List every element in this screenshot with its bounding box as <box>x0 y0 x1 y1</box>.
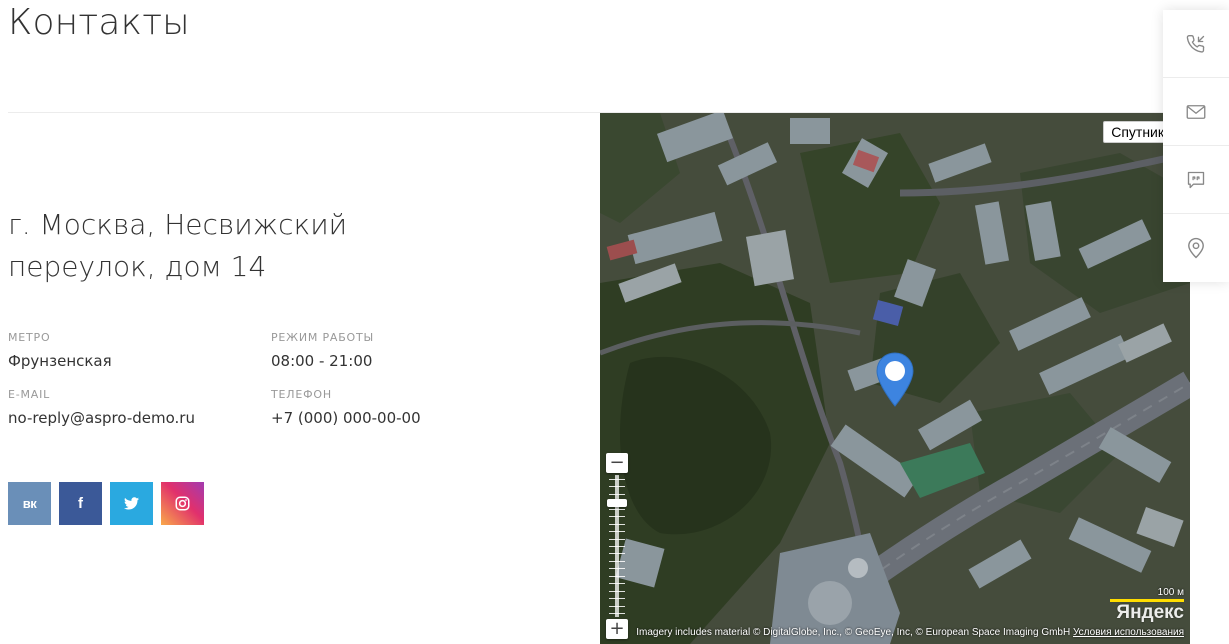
location-pin-icon <box>876 352 914 407</box>
map-copyright: Imagery includes material © DigitalGlobe… <box>600 627 1190 638</box>
phone-incoming-icon <box>1186 34 1205 53</box>
working-hours-info: РЕЖИМ РАБОТЫ 08:00 - 21:00 <box>271 331 374 371</box>
email-info: E-MAIL no-reply@aspro-demo.ru <box>8 388 195 428</box>
quote-bubble-icon <box>1187 171 1205 188</box>
phone-link[interactable]: +7 (000) 000-00-00 <box>271 408 421 428</box>
zoom-tick <box>609 516 625 517</box>
feedback-button[interactable] <box>1163 146 1229 214</box>
yandex-logo[interactable]: Яндекс <box>1116 602 1184 624</box>
zoom-tick <box>609 524 625 525</box>
phone-info: ТЕЛЕФОН +7 (000) 000-00-00 <box>271 388 421 428</box>
callback-button[interactable] <box>1163 10 1229 78</box>
twitter-icon <box>124 497 139 510</box>
zoom-tick <box>609 494 625 495</box>
metro-label: МЕТРО <box>8 331 51 344</box>
zoom-tick <box>609 531 625 532</box>
map-pin-icon <box>1188 237 1204 259</box>
working-hours-label: РЕЖИМ РАБОТЫ <box>271 331 375 344</box>
location-button[interactable] <box>1163 214 1229 282</box>
zoom-tick <box>609 598 625 599</box>
zoom-tick <box>609 553 625 554</box>
zoom-ticks <box>609 475 625 617</box>
email-link[interactable]: no-reply@aspro-demo.ru <box>8 408 195 428</box>
zoom-tick <box>609 546 625 547</box>
address: г. Москва, Несвижский переулок, дом 14 <box>8 208 348 283</box>
yandex-map[interactable]: Спутник − + 100 м Яндекс Imagery include… <box>600 113 1190 644</box>
zoom-tick <box>609 486 625 487</box>
page-title: Контакты <box>8 2 190 43</box>
metro-info: МЕТРО Фрунзенская <box>8 331 112 371</box>
zoom-tick <box>609 583 625 584</box>
phone-label: ТЕЛЕФОН <box>271 388 332 401</box>
email-button[interactable] <box>1163 78 1229 146</box>
vk-icon: вк <box>22 496 37 511</box>
zoom-tick <box>609 539 625 540</box>
envelope-icon <box>1186 104 1206 119</box>
twitter-button[interactable] <box>110 482 153 525</box>
facebook-icon: f <box>78 495 83 512</box>
scale-label: 100 м <box>1157 587 1184 598</box>
map-type-button[interactable]: Спутник <box>1103 121 1172 143</box>
instagram-icon <box>175 496 190 511</box>
metro-value: Фрунзенская <box>8 352 112 370</box>
zoom-tick <box>609 568 625 569</box>
zoom-control: − + <box>606 453 628 639</box>
map-scale: 100 м <box>1110 587 1184 602</box>
contacts-page: Контакты г. Москва, Несвижский переулок,… <box>0 0 1229 644</box>
side-action-panel <box>1163 10 1229 282</box>
facebook-button[interactable]: f <box>59 482 102 525</box>
zoom-tick <box>609 561 625 562</box>
vk-button[interactable]: вк <box>8 482 51 525</box>
social-links: вк f <box>8 482 204 525</box>
zoom-tick <box>609 606 625 607</box>
working-hours-value: 08:00 - 21:00 <box>271 352 373 370</box>
zoom-tick <box>609 479 625 480</box>
email-label: E-MAIL <box>8 388 51 401</box>
zoom-tick <box>609 576 625 577</box>
zoom-tick <box>609 613 625 614</box>
terms-link[interactable]: Условия использования <box>1073 627 1184 638</box>
copyright-text: Imagery includes material © DigitalGlobe… <box>636 627 1071 638</box>
instagram-button[interactable] <box>161 482 204 525</box>
zoom-tick <box>609 591 625 592</box>
zoom-out-button[interactable]: − <box>606 453 628 473</box>
zoom-tick <box>609 509 625 510</box>
zoom-handle[interactable] <box>607 499 627 507</box>
